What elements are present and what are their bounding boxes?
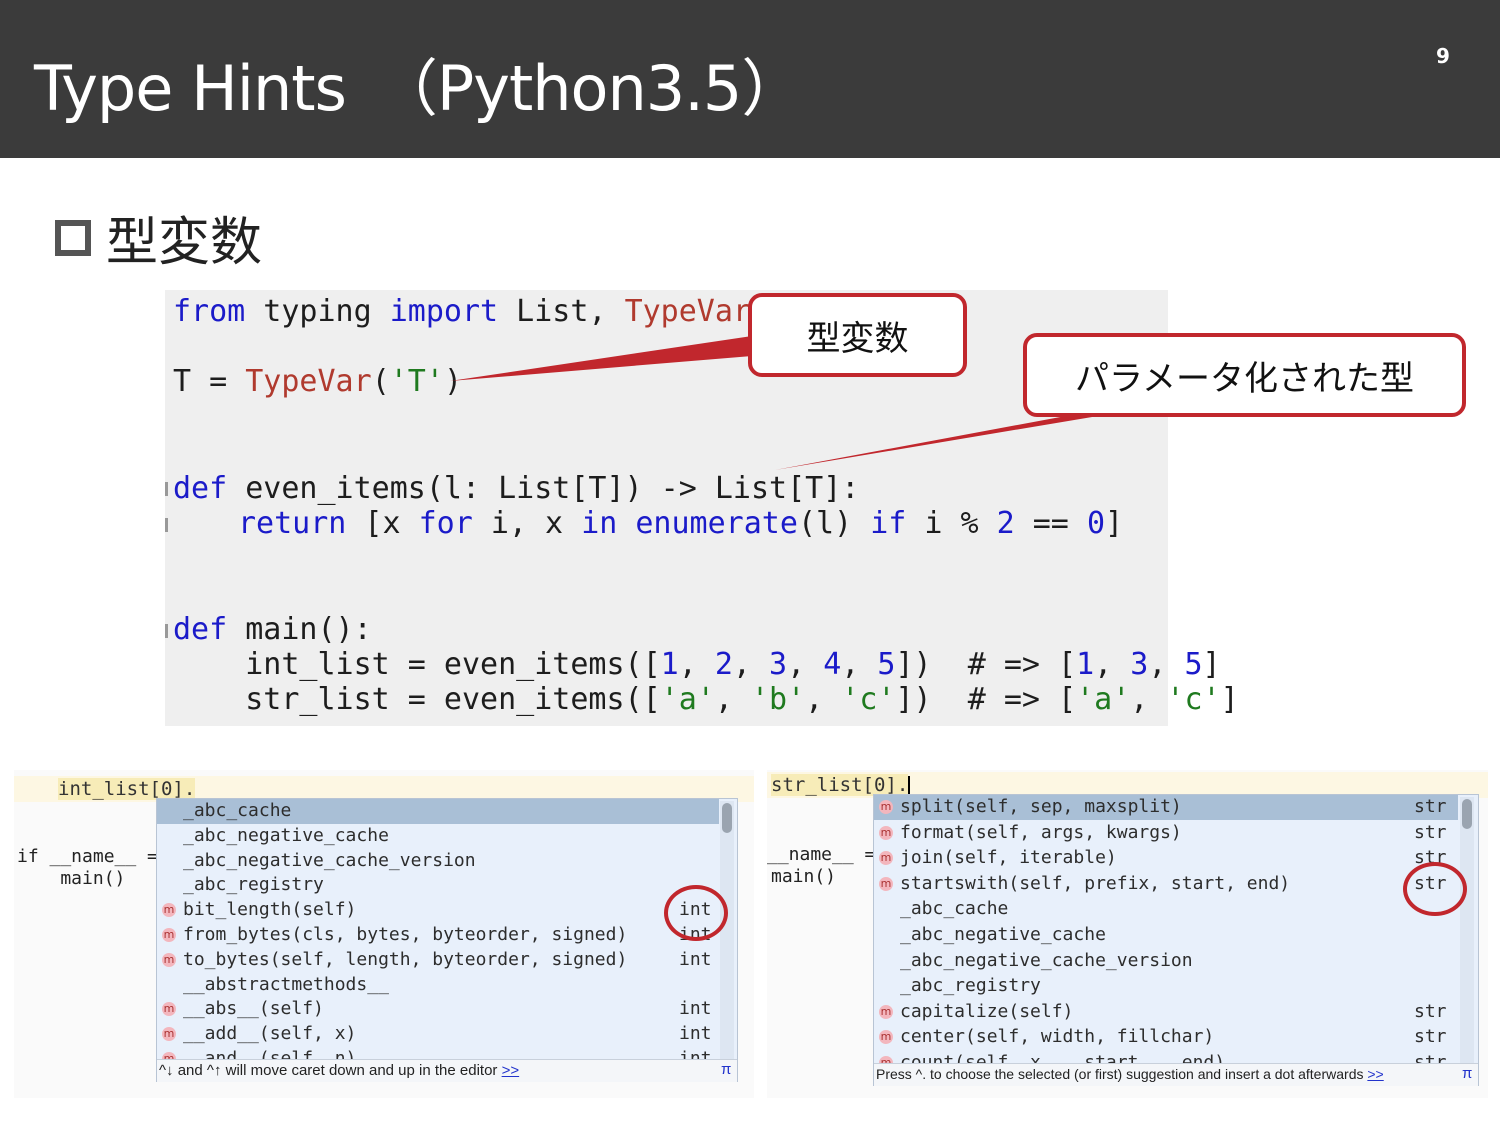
method-icon: m <box>162 1002 176 1017</box>
autocomplete-item[interactable]: m to_bytes(self, length, byteorder, signe… <box>157 948 719 973</box>
autocomplete-item[interactable]: m bit_length(self) int <box>157 898 719 923</box>
autocomplete-item-label: _abc_negative_cache_version <box>900 949 1193 971</box>
autocomplete-item-label: _abc_registry <box>900 975 1041 997</box>
text-caret <box>908 775 911 796</box>
autocomplete-item-label: _abc_registry <box>183 874 324 896</box>
autocomplete-item-label: __abstractmethods__ <box>183 973 389 995</box>
editor-line[interactable]: int_list[0]. <box>58 778 196 800</box>
autocomplete-item-label: split(self, sep, maxsplit) <box>900 796 1182 817</box>
autocomplete-item-label: __abs__(self) <box>183 998 324 1020</box>
highlight-circle <box>1403 862 1467 916</box>
autocomplete-item-label: _abc_negative_cache <box>183 824 389 846</box>
autocomplete-item[interactable]: _abc_negative_cache_version <box>157 849 719 874</box>
method-icon: m <box>879 800 893 814</box>
autocomplete-item-label: _abc_negative_cache <box>900 924 1106 945</box>
method-icon: m <box>162 1027 176 1042</box>
autocomplete-item[interactable]: _abc_registry <box>874 974 1458 999</box>
autocomplete-item-label: startswith(self, prefix, start, end) <box>900 872 1291 894</box>
parameterized-type-callout: パラメータ化された型 <box>1023 333 1466 417</box>
autocomplete-item[interactable]: m format(self, args, kwargs) str <box>874 821 1458 846</box>
autocomplete-item-label: capitalize(self) <box>900 1000 1074 1022</box>
autocomplete-item[interactable]: m center(self, width, fillchar) str <box>874 1025 1458 1050</box>
autocomplete-item-label: __add__(self, x) <box>183 1023 357 1045</box>
autocomplete-item[interactable]: _abc_negative_cache <box>874 923 1458 948</box>
autocomplete-item-label: from_bytes(cls, bytes, byteorder, signed… <box>183 924 628 945</box>
autocomplete-item[interactable]: m __add__(self, x) int <box>157 1022 719 1047</box>
typevar-callout-pointer <box>450 336 752 381</box>
autocomplete-item[interactable]: m split(self, sep, maxsplit) str <box>874 795 1458 820</box>
autocomplete-popup[interactable]: _abc_cache _abc_negative_cache _abc_negati… <box>156 798 738 1082</box>
popup-hint: Press ^. to choose the selected (or firs… <box>876 1066 1384 1082</box>
method-icon: m <box>162 952 176 967</box>
right-editor-screenshot: str_list[0]. __name__ == main() m split(s… <box>767 770 1488 1098</box>
autocomplete-item[interactable]: m capitalize(self) str <box>874 1000 1458 1025</box>
autocomplete-item-type: str <box>1414 796 1447 817</box>
popup-hint: ^↓ and ^↑ will move caret down and up in… <box>159 1062 520 1079</box>
autocomplete-item-label: center(self, width, fillchar) <box>900 1026 1215 1048</box>
autocomplete-item-type: str <box>1414 1000 1447 1022</box>
autocomplete-item-label: _abc_cache <box>900 898 1009 920</box>
autocomplete-item-type: str <box>1414 1026 1447 1048</box>
autocomplete-item[interactable]: m startswith(self, prefix, start, end) str <box>874 872 1458 897</box>
popup-footer: ^↓ and ^↑ will move caret down and up in… <box>157 1059 737 1082</box>
pi-icon[interactable]: π <box>721 1061 731 1078</box>
scrollbar-thumb[interactable] <box>722 803 732 833</box>
typevar-callout: 型変数 <box>748 293 967 377</box>
autocomplete-item-label: _abc_cache <box>183 800 292 821</box>
method-icon: m <box>879 1004 893 1019</box>
autocomplete-item-label: to_bytes(self, length, byteorder, signed… <box>183 948 628 970</box>
autocomplete-item[interactable]: __abstractmethods__ <box>157 973 719 998</box>
autocomplete-item[interactable]: m from_bytes(cls, bytes, byteorder, signe… <box>157 923 719 948</box>
editor-bg-line-1: if __name__ == <box>17 846 169 867</box>
editor-line[interactable]: str_list[0]. <box>771 774 911 796</box>
autocomplete-item[interactable]: m join(self, iterable) str <box>874 846 1458 871</box>
scrollbar[interactable] <box>1460 797 1474 1063</box>
hint-link[interactable]: >> <box>502 1062 520 1079</box>
autocomplete-item-label: join(self, iterable) <box>900 847 1117 869</box>
method-icon: m <box>879 876 893 891</box>
autocomplete-item[interactable]: _abc_cache <box>874 897 1458 922</box>
method-icon: m <box>162 928 176 942</box>
parameterized-callout-pointer <box>775 410 1110 470</box>
highlight-circle <box>664 885 728 941</box>
autocomplete-item[interactable]: _abc_registry <box>157 873 719 898</box>
left-editor-screenshot: int_list[0]. if __name__ == main() _abc_… <box>14 770 754 1098</box>
method-icon: m <box>879 825 893 840</box>
autocomplete-item-label: bit_length(self) <box>183 899 357 921</box>
autocomplete-item-type: str <box>1414 821 1447 843</box>
autocomplete-item-type: int <box>679 1023 712 1045</box>
autocomplete-item-type: int <box>679 948 712 970</box>
autocomplete-item-label: format(self, args, kwargs) <box>900 821 1182 843</box>
autocomplete-item[interactable]: _abc_negative_cache_version <box>874 949 1458 974</box>
scrollbar[interactable] <box>720 801 734 1059</box>
method-icon: m <box>879 1030 893 1045</box>
autocomplete-item[interactable]: _abc_cache <box>157 799 719 824</box>
scrollbar-thumb[interactable] <box>1462 799 1472 829</box>
editor-bg-line-2: main() <box>771 866 837 887</box>
popup-footer: Press ^. to choose the selected (or firs… <box>874 1063 1478 1086</box>
pi-icon[interactable]: π <box>1462 1065 1472 1082</box>
editor-bg-line-2: main() <box>17 868 126 889</box>
editor-bg-line-1: __name__ == <box>767 844 887 865</box>
autocomplete-item[interactable]: m __abs__(self) int <box>157 997 719 1022</box>
method-icon: m <box>879 851 893 866</box>
method-icon: m <box>162 903 176 918</box>
autocomplete-item-type: int <box>679 998 712 1020</box>
autocomplete-item-label: _abc_negative_cache_version <box>183 849 476 871</box>
hint-link[interactable]: >> <box>1367 1066 1383 1082</box>
autocomplete-popup[interactable]: m split(self, sep, maxsplit) str m format(se… <box>873 794 1479 1086</box>
autocomplete-item[interactable]: _abc_negative_cache <box>157 824 719 849</box>
